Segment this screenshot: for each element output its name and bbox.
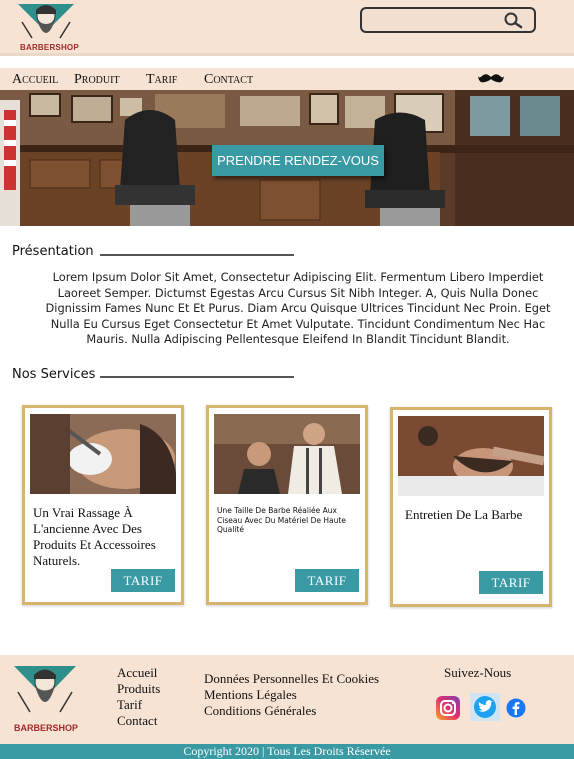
footer-logo-text: BARBERSHOP — [14, 723, 79, 733]
facebook-icon[interactable] — [506, 698, 526, 718]
nav-item-produit[interactable]: Produit — [74, 72, 120, 88]
follow-us-label: Suivez-Nous — [444, 665, 512, 680]
services-divider — [100, 376, 294, 378]
logo-text: BARBERSHOP — [20, 43, 79, 52]
tarif-button[interactable]: TARIF — [479, 571, 543, 594]
services-title: Nos Services — [12, 367, 96, 382]
nav-item-contact[interactable]: Contact — [204, 72, 253, 88]
barbershop-logo[interactable]: BARBERSHOP — [16, 2, 79, 52]
bearded-man-logo-icon — [18, 4, 74, 39]
tarif-button[interactable]: TARIF — [295, 569, 359, 592]
beard-trim-photo — [214, 414, 360, 494]
search-icon[interactable] — [502, 11, 524, 29]
shave-photo — [30, 414, 176, 494]
search-box[interactable] — [360, 7, 536, 33]
footer-link-privacy[interactable]: Données Personnelles Et Cookies — [204, 671, 379, 687]
book-appointment-button[interactable]: PRENDRE RENDEZ-VOUS — [212, 145, 384, 176]
footer-link-terms[interactable]: Conditions Générales — [204, 703, 379, 719]
search-input[interactable] — [368, 12, 498, 28]
footer-legal-links: Données Personnelles Et Cookies Mentions… — [204, 671, 379, 719]
site-header: BARBERSHOP — [0, 0, 574, 56]
service-card-shave: Un Vrai Rassage À L'ancienne Avec Des Pr… — [22, 405, 184, 605]
copyright-bar: Copyright 2020 | Tous Les Droits Réservé… — [0, 744, 574, 759]
footer-logo[interactable]: BARBERSHOP — [12, 664, 78, 734]
presentation-title: Présentation — [12, 244, 94, 259]
bearded-man-logo-icon — [14, 666, 76, 713]
footer-link-tarif[interactable]: Tarif — [117, 697, 160, 713]
presentation-text: Lorem Ipsum Dolor Sit Amet, Consectetur … — [45, 270, 551, 346]
service-card-beard-care: Entretien De La Barbe TARIF — [390, 407, 552, 607]
twitter-icon[interactable] — [470, 693, 500, 721]
nav-item-tarif[interactable]: Tarif — [146, 72, 177, 88]
footer-link-accueil[interactable]: Accueil — [117, 665, 160, 681]
footer-nav-links: Accueil Produits Tarif Contact — [117, 665, 160, 729]
tarif-button[interactable]: TARIF — [111, 569, 175, 592]
nav-item-accueil[interactable]: Accueil — [12, 72, 58, 88]
presentation-divider — [100, 254, 294, 256]
mustache-icon — [478, 74, 504, 83]
footer-link-contact[interactable]: Contact — [117, 713, 160, 729]
service-card-beard-trim: Une Taille De Barbe Réaliée Aux Ciseau A… — [206, 405, 368, 605]
footer-link-legal[interactable]: Mentions Légales — [204, 687, 379, 703]
footer-link-produits[interactable]: Produits — [117, 681, 160, 697]
service-text: Un Vrai Rassage À L'ancienne Avec Des Pr… — [33, 505, 156, 568]
service-text: Entretien De La Barbe — [405, 507, 523, 522]
beard-care-photo — [398, 416, 544, 496]
site-footer: BARBERSHOP Accueil Produits Tarif Contac… — [0, 655, 574, 744]
service-text: Une Taille De Barbe Réaliée Aux Ciseau A… — [217, 506, 346, 534]
instagram-icon[interactable] — [435, 695, 461, 721]
